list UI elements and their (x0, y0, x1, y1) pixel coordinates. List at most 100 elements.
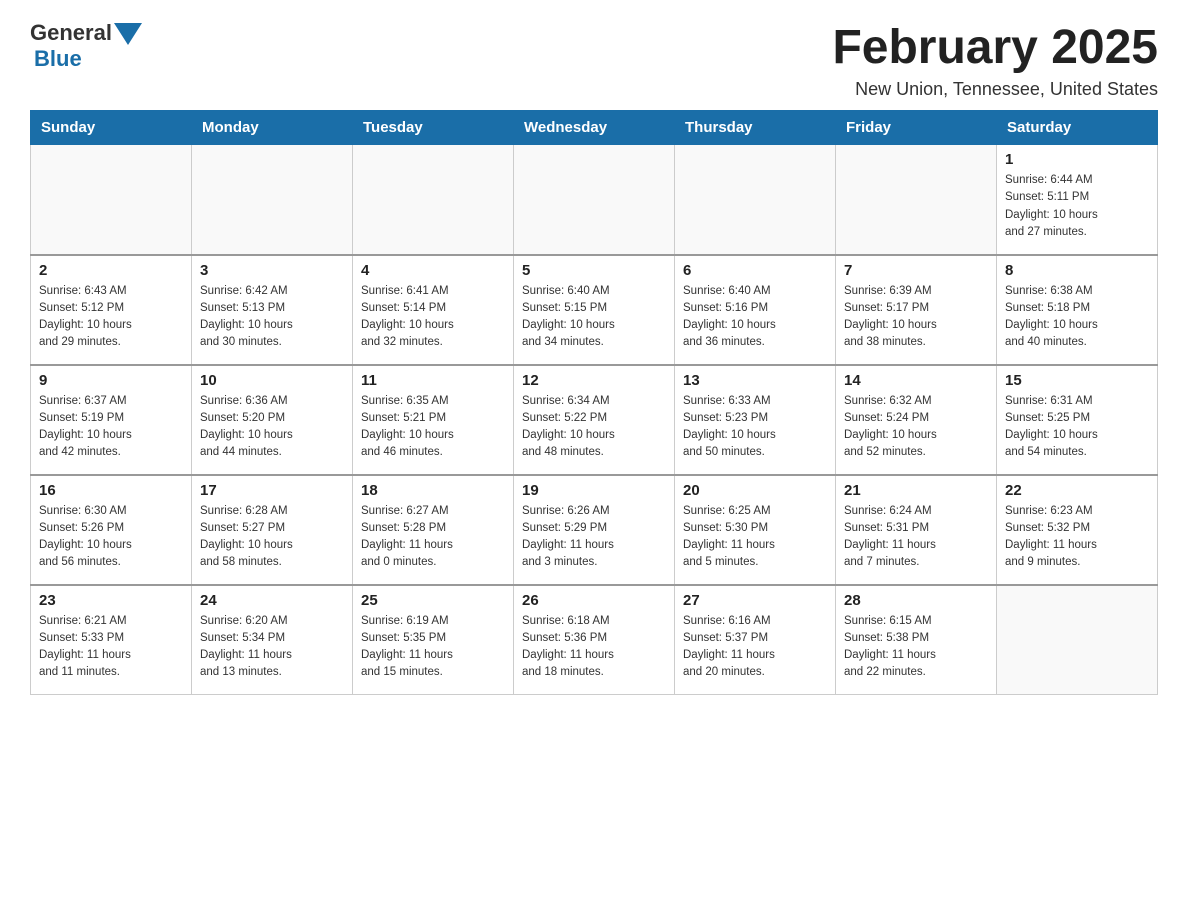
calendar-cell: 14Sunrise: 6:32 AM Sunset: 5:24 PM Dayli… (836, 365, 997, 475)
calendar-cell: 16 Sunrise: 6:30 AM Sunset: 5:26 PM Dayli… (31, 475, 192, 585)
calendar-table: SundayMondayTuesdayWednesdayThursdayFrid… (30, 110, 1158, 695)
calendar-cell: 25 Sunrise: 6:19 AM Sunset: 5:35 PM Dayli… (353, 585, 514, 695)
day-number: 24 (200, 592, 344, 609)
day-number: 19 (522, 482, 666, 499)
day-number: 10 (200, 372, 344, 389)
calendar-cell: 27 Sunrise: 6:16 AM Sunset: 5:37 PM Dayli… (675, 585, 836, 695)
day-info: Sunrise: 6:24 AM Sunset: 5:31 PM Dayligh… (844, 503, 988, 572)
day-info: Sunrise: 6:44 AM Sunset: 5:11 PM Dayligh… (1005, 172, 1149, 241)
day-number: 18 (361, 482, 505, 499)
calendar-day-header: Saturday (997, 111, 1158, 145)
day-info: Sunrise: 6:43 AM Sunset: 5:12 PM Dayligh… (39, 283, 183, 352)
calendar-cell: 11 Sunrise: 6:35 AM Sunset: 5:21 PM Dayli… (353, 365, 514, 475)
day-info: Sunrise: 6:27 AM Sunset: 5:28 PM Dayligh… (361, 503, 505, 572)
day-number: 26 (522, 592, 666, 609)
calendar-header-row: SundayMondayTuesdayWednesdayThursdayFrid… (31, 111, 1158, 145)
calendar-day-header: Monday (192, 111, 353, 145)
day-number: 4 (361, 262, 505, 279)
day-number: 6 (683, 262, 827, 279)
day-info: Sunrise: 6:42 AM Sunset: 5:13 PM Dayligh… (200, 283, 344, 352)
day-info: Sunrise: 6:33 AM Sunset: 5:23 PM Dayligh… (683, 393, 827, 462)
calendar-cell: 12 Sunrise: 6:34 AM Sunset: 5:22 PM Dayli… (514, 365, 675, 475)
calendar-cell: 3 Sunrise: 6:42 AM Sunset: 5:13 PM Daylig… (192, 255, 353, 365)
day-info: Sunrise: 6:35 AM Sunset: 5:21 PM Dayligh… (361, 393, 505, 462)
calendar-cell (31, 145, 192, 255)
calendar-cell: 26 Sunrise: 6:18 AM Sunset: 5:36 PM Dayli… (514, 585, 675, 695)
calendar-cell: 21 Sunrise: 6:24 AM Sunset: 5:31 PM Dayli… (836, 475, 997, 585)
day-info: Sunrise: 6:16 AM Sunset: 5:37 PM Dayligh… (683, 613, 827, 682)
calendar-cell: 20 Sunrise: 6:25 AM Sunset: 5:30 PM Dayli… (675, 475, 836, 585)
calendar-cell: 1Sunrise: 6:44 AM Sunset: 5:11 PM Daylig… (997, 145, 1158, 255)
day-number: 2 (39, 262, 183, 279)
calendar-cell: 8 Sunrise: 6:38 AM Sunset: 5:18 PM Daylig… (997, 255, 1158, 365)
calendar-cell: 5Sunrise: 6:40 AM Sunset: 5:15 PM Daylig… (514, 255, 675, 365)
calendar-cell: 17 Sunrise: 6:28 AM Sunset: 5:27 PM Dayli… (192, 475, 353, 585)
day-number: 13 (683, 372, 827, 389)
calendar-cell (997, 585, 1158, 695)
day-info: Sunrise: 6:38 AM Sunset: 5:18 PM Dayligh… (1005, 283, 1149, 352)
day-info: Sunrise: 6:40 AM Sunset: 5:15 PM Dayligh… (522, 283, 666, 352)
calendar-cell: 4 Sunrise: 6:41 AM Sunset: 5:14 PM Daylig… (353, 255, 514, 365)
day-info: Sunrise: 6:25 AM Sunset: 5:30 PM Dayligh… (683, 503, 827, 572)
day-number: 20 (683, 482, 827, 499)
logo-general-text: General (30, 20, 112, 46)
day-info: Sunrise: 6:26 AM Sunset: 5:29 PM Dayligh… (522, 503, 666, 572)
calendar-cell (514, 145, 675, 255)
calendar-cell: 10 Sunrise: 6:36 AM Sunset: 5:20 PM Dayli… (192, 365, 353, 475)
calendar-cell: 28 Sunrise: 6:15 AM Sunset: 5:38 PM Dayli… (836, 585, 997, 695)
day-info: Sunrise: 6:18 AM Sunset: 5:36 PM Dayligh… (522, 613, 666, 682)
calendar-cell: 19 Sunrise: 6:26 AM Sunset: 5:29 PM Dayli… (514, 475, 675, 585)
day-number: 14 (844, 372, 988, 389)
day-number: 8 (1005, 262, 1149, 279)
calendar-day-header: Thursday (675, 111, 836, 145)
calendar-day-header: Friday (836, 111, 997, 145)
day-info: Sunrise: 6:37 AM Sunset: 5:19 PM Dayligh… (39, 393, 183, 462)
day-info: Sunrise: 6:19 AM Sunset: 5:35 PM Dayligh… (361, 613, 505, 682)
day-info: Sunrise: 6:34 AM Sunset: 5:22 PM Dayligh… (522, 393, 666, 462)
logo-blue-text: Blue (34, 46, 82, 72)
day-number: 7 (844, 262, 988, 279)
calendar-week-row: 16 Sunrise: 6:30 AM Sunset: 5:26 PM Dayli… (31, 475, 1158, 585)
calendar-title: February 2025 (832, 20, 1158, 75)
calendar-cell: 24 Sunrise: 6:20 AM Sunset: 5:34 PM Dayli… (192, 585, 353, 695)
calendar-week-row: 1Sunrise: 6:44 AM Sunset: 5:11 PM Daylig… (31, 145, 1158, 255)
day-number: 15 (1005, 372, 1149, 389)
calendar-cell: 6 Sunrise: 6:40 AM Sunset: 5:16 PM Daylig… (675, 255, 836, 365)
day-info: Sunrise: 6:28 AM Sunset: 5:27 PM Dayligh… (200, 503, 344, 572)
day-info: Sunrise: 6:36 AM Sunset: 5:20 PM Dayligh… (200, 393, 344, 462)
day-number: 23 (39, 592, 183, 609)
day-info: Sunrise: 6:39 AM Sunset: 5:17 PM Dayligh… (844, 283, 988, 352)
calendar-week-row: 9 Sunrise: 6:37 AM Sunset: 5:19 PM Daylig… (31, 365, 1158, 475)
day-number: 28 (844, 592, 988, 609)
calendar-day-header: Wednesday (514, 111, 675, 145)
day-number: 25 (361, 592, 505, 609)
day-number: 27 (683, 592, 827, 609)
calendar-cell: 13 Sunrise: 6:33 AM Sunset: 5:23 PM Dayli… (675, 365, 836, 475)
calendar-day-header: Sunday (31, 111, 192, 145)
day-info: Sunrise: 6:30 AM Sunset: 5:26 PM Dayligh… (39, 503, 183, 572)
logo-arrow-icon (114, 23, 142, 45)
page-header: General Blue February 2025 New Union, Te… (30, 20, 1158, 100)
calendar-cell: 22Sunrise: 6:23 AM Sunset: 5:32 PM Dayli… (997, 475, 1158, 585)
day-number: 17 (200, 482, 344, 499)
calendar-cell: 15 Sunrise: 6:31 AM Sunset: 5:25 PM Dayli… (997, 365, 1158, 475)
day-number: 21 (844, 482, 988, 499)
calendar-cell (192, 145, 353, 255)
calendar-cell: 18 Sunrise: 6:27 AM Sunset: 5:28 PM Dayli… (353, 475, 514, 585)
day-number: 16 (39, 482, 183, 499)
day-info: Sunrise: 6:15 AM Sunset: 5:38 PM Dayligh… (844, 613, 988, 682)
day-info: Sunrise: 6:41 AM Sunset: 5:14 PM Dayligh… (361, 283, 505, 352)
day-info: Sunrise: 6:20 AM Sunset: 5:34 PM Dayligh… (200, 613, 344, 682)
day-info: Sunrise: 6:40 AM Sunset: 5:16 PM Dayligh… (683, 283, 827, 352)
calendar-cell: 2 Sunrise: 6:43 AM Sunset: 5:12 PM Daylig… (31, 255, 192, 365)
calendar-cell: 7 Sunrise: 6:39 AM Sunset: 5:17 PM Daylig… (836, 255, 997, 365)
day-number: 12 (522, 372, 666, 389)
day-number: 11 (361, 372, 505, 389)
calendar-subtitle: New Union, Tennessee, United States (832, 79, 1158, 100)
day-info: Sunrise: 6:31 AM Sunset: 5:25 PM Dayligh… (1005, 393, 1149, 462)
calendar-week-row: 2 Sunrise: 6:43 AM Sunset: 5:12 PM Daylig… (31, 255, 1158, 365)
day-info: Sunrise: 6:21 AM Sunset: 5:33 PM Dayligh… (39, 613, 183, 682)
day-number: 3 (200, 262, 344, 279)
day-number: 9 (39, 372, 183, 389)
calendar-week-row: 23 Sunrise: 6:21 AM Sunset: 5:33 PM Dayli… (31, 585, 1158, 695)
